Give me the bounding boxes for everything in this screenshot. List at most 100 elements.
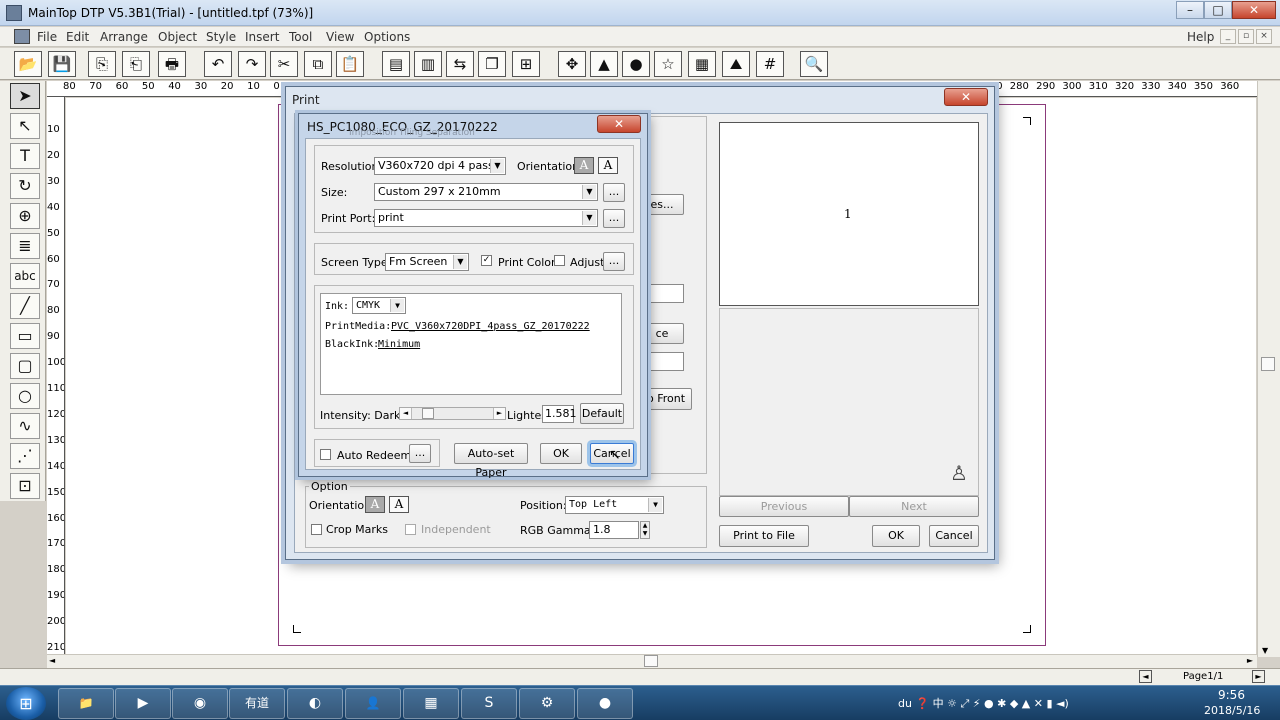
print-color-checkbox[interactable]: ✓ xyxy=(481,255,492,266)
rgb-gamma-spinner[interactable]: ▲ ▼ xyxy=(640,521,650,539)
taskbar-app-3-icon[interactable]: 有道 xyxy=(229,688,285,719)
slider-right-arrow[interactable]: ► xyxy=(493,408,505,419)
print-port-more-button[interactable]: ... xyxy=(603,209,625,228)
toolbar-map-icon[interactable]: ▦ xyxy=(688,51,716,77)
toolbar-print-icon[interactable]: 🖶 xyxy=(158,51,186,77)
size-more-button[interactable]: ... xyxy=(603,183,625,202)
taskbar-app-0-icon[interactable]: 📁 xyxy=(58,688,114,719)
tool-rounded-rect-icon[interactable]: ▢ xyxy=(10,353,40,379)
scroll-right-arrow[interactable]: ► xyxy=(1247,656,1253,665)
menu-options[interactable]: Options xyxy=(364,30,410,44)
slider-thumb[interactable] xyxy=(422,408,434,419)
adjust-checkbox[interactable] xyxy=(554,255,565,266)
tool-text-icon[interactable]: T xyxy=(10,143,40,169)
last-page-button[interactable]: ► xyxy=(1252,670,1265,683)
previous-button[interactable]: Previous xyxy=(719,496,849,517)
document-icon[interactable] xyxy=(14,29,30,44)
taskbar-app-6-icon[interactable]: ▦ xyxy=(403,688,459,719)
menu-object[interactable]: Object xyxy=(158,30,197,44)
crop-marks-checkbox[interactable] xyxy=(311,524,322,535)
tool-select-icon[interactable]: ➤ xyxy=(10,83,40,109)
system-tray[interactable]: du ❓ 中 ☼ ⤢ ⚡ ● ✱ ◆ ▲ ✕ ▮ ◄) xyxy=(898,695,1069,711)
inner-portrait-icon[interactable]: A xyxy=(574,157,594,174)
toolbar-save-icon[interactable]: 💾 xyxy=(48,51,76,77)
toolbar-mountain-icon[interactable]: ⛰ xyxy=(722,51,750,77)
auto-redeem-checkbox[interactable] xyxy=(320,449,331,460)
print-media-link[interactable]: PVC_V360x720DPI_4pass_GZ_20170222 xyxy=(391,321,590,332)
taskbar-app-2-icon[interactable]: ◉ xyxy=(172,688,228,719)
scroll-down-arrow[interactable]: ▼ xyxy=(1262,646,1268,655)
tool-rotate-icon[interactable]: ↻ xyxy=(10,173,40,199)
toolbar-palette-icon[interactable]: ● xyxy=(622,51,650,77)
screen-type-select[interactable]: Fm Screen ▼ xyxy=(385,253,469,271)
rgb-gamma-input[interactable]: 1.8 xyxy=(589,521,639,539)
position-select[interactable]: Top Left ▼ xyxy=(565,496,664,514)
toolbar-zoom-icon[interactable]: 🔍 xyxy=(800,51,828,77)
tool-ellipse-icon[interactable]: ○ xyxy=(10,383,40,409)
print-cancel-button[interactable]: Cancel xyxy=(929,525,979,547)
toolbar-cut-icon[interactable]: ✂ xyxy=(270,51,298,77)
minimize-button[interactable]: – xyxy=(1176,1,1204,19)
tool-table-icon[interactable]: ⊡ xyxy=(10,473,40,499)
tool-polyline-icon[interactable]: ⋰ xyxy=(10,443,40,469)
next-button[interactable]: Next xyxy=(849,496,979,517)
independent-checkbox[interactable] xyxy=(405,524,416,535)
default-button[interactable]: Default xyxy=(580,403,624,424)
menu-style[interactable]: Style xyxy=(206,30,236,44)
toolbar-color-icon[interactable]: ▲ xyxy=(590,51,618,77)
adjust-more-button[interactable]: ... xyxy=(603,252,625,271)
print-dialog-close-button[interactable]: ✕ xyxy=(944,88,988,106)
toolbar-import-icon[interactable]: ⎘ xyxy=(88,51,116,77)
tool-rectangle-icon[interactable]: ▭ xyxy=(10,323,40,349)
toolbar-undo-icon[interactable]: ↶ xyxy=(204,51,232,77)
toolbar-ungroup-icon[interactable]: ▥ xyxy=(414,51,442,77)
menu-arrange[interactable]: Arrange xyxy=(100,30,148,44)
inner-landscape-icon[interactable]: A xyxy=(598,157,618,174)
print-to-file-button[interactable]: Print to File xyxy=(719,525,809,547)
menu-file[interactable]: File xyxy=(37,30,57,44)
horizontal-scroll-thumb[interactable] xyxy=(644,655,658,667)
chevron-down-icon[interactable]: ▼ xyxy=(648,498,662,512)
chevron-down-icon[interactable]: ▼ xyxy=(582,185,596,199)
toolbar-export-icon[interactable]: ⎗ xyxy=(122,51,150,77)
print-port-select[interactable]: print ▼ xyxy=(374,209,598,227)
app-icon[interactable] xyxy=(6,5,22,21)
chevron-down-icon[interactable]: ▼ xyxy=(453,255,467,269)
toolbar-group-icon[interactable]: ▤ xyxy=(382,51,410,77)
vertical-scroll-thumb[interactable] xyxy=(1261,357,1275,371)
clock-date[interactable]: 2018/5/16 xyxy=(1204,704,1260,717)
intensity-value-input[interactable]: 1.581 xyxy=(542,405,577,423)
auto-redeem-more-button[interactable]: ... xyxy=(409,444,431,463)
menu-tool[interactable]: Tool xyxy=(289,30,312,44)
size-select[interactable]: Custom 297 x 210mm ▼ xyxy=(374,183,598,201)
menu-view[interactable]: View xyxy=(326,30,354,44)
intensity-slider[interactable]: ◄ ► xyxy=(399,407,506,420)
mdi-close-button[interactable]: × xyxy=(1256,29,1272,44)
landscape-icon[interactable]: A xyxy=(389,496,409,513)
scroll-left-arrow[interactable]: ◄ xyxy=(49,656,55,665)
resolution-select[interactable]: V360x720 dpi 4 pass ▼ xyxy=(374,157,506,175)
chevron-down-icon[interactable]: ▼ xyxy=(390,299,404,312)
toolbar-star-icon[interactable]: ☆ xyxy=(654,51,682,77)
tool-node-edit-icon[interactable]: ↖ xyxy=(10,113,40,139)
portrait-icon[interactable]: A xyxy=(365,496,385,513)
menu-insert[interactable]: Insert xyxy=(245,30,279,44)
clock-time[interactable]: 9:56 xyxy=(1218,688,1245,702)
close-button[interactable]: ✕ xyxy=(1232,1,1276,19)
menu-edit[interactable]: Edit xyxy=(66,30,89,44)
tool-paragraph-icon[interactable]: ≣ xyxy=(10,233,40,259)
toolbar-open-icon[interactable]: 📂 xyxy=(14,51,42,77)
tool-zoom-icon[interactable]: ⊕ xyxy=(10,203,40,229)
tool-curve-icon[interactable]: ∿ xyxy=(10,413,40,439)
first-page-button[interactable]: ◄ xyxy=(1139,670,1152,683)
tool-abc-text-icon[interactable]: abc xyxy=(10,263,40,289)
mdi-minimize-button[interactable]: _ xyxy=(1220,29,1236,44)
auto-set-paper-button[interactable]: Auto-set Paper xyxy=(454,443,528,479)
toolbar-grid-icon[interactable]: # xyxy=(756,51,784,77)
taskbar-app-8-icon[interactable]: ⚙ xyxy=(519,688,575,719)
toolbar-align-icon[interactable]: ⇆ xyxy=(446,51,474,77)
horizontal-scrollbar[interactable]: ◄ ► xyxy=(47,654,1257,668)
vertical-scrollbar[interactable]: ▼ xyxy=(1257,81,1280,657)
chevron-down-icon[interactable]: ▼ xyxy=(490,159,504,173)
toolbar-redo-icon[interactable]: ↷ xyxy=(238,51,266,77)
